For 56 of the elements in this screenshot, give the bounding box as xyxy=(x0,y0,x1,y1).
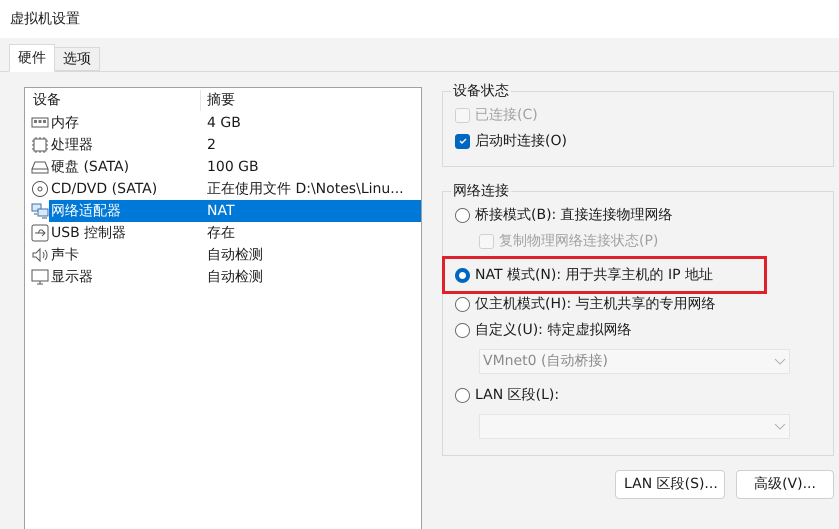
radio-button[interactable] xyxy=(455,388,470,402)
column-header: 摘要 xyxy=(206,90,235,110)
radio-label: LAN 区段(L): xyxy=(475,386,560,404)
table-cell-text: 内存 xyxy=(50,114,80,132)
table-cell-text: 自动检测 xyxy=(206,246,263,264)
checkbox-label: 启动时连接(O) xyxy=(475,132,567,150)
table-cell-text: 100 GB xyxy=(206,158,259,176)
group-title: 设备状态 xyxy=(452,82,510,101)
table-cell-text: 存在 xyxy=(206,224,235,242)
radio-button[interactable] xyxy=(455,296,470,312)
table-cell-text: 显示器 xyxy=(50,268,94,286)
table-cell-text: NAT xyxy=(206,202,235,220)
chevron-down-icon xyxy=(774,422,786,430)
table-cell-text: 2 xyxy=(206,136,216,154)
monitor-icon xyxy=(31,268,49,286)
radio-label: 桥接模式(B): 直接连接物理网络 xyxy=(475,206,673,224)
table-cell-text: 硬盘 (SATA) xyxy=(50,158,130,176)
table-cell-text: 声卡 xyxy=(50,246,80,264)
list-row[interactable]: 声卡 自动检测 xyxy=(49,244,421,266)
table-cell-text: 处理器 xyxy=(50,136,94,154)
monitors-icon xyxy=(31,202,49,220)
table-cell-text: USB 控制器 xyxy=(50,224,128,242)
list-row[interactable]: USB 控制器 存在 xyxy=(49,222,421,244)
table-cell-text: 正在使用文件 D:\Notes\Linu... xyxy=(206,180,404,198)
radio-label: 自定义(U): 特定虚拟网络 xyxy=(475,320,632,340)
group-title: 网络连接 xyxy=(452,182,510,201)
column-header: 设备 xyxy=(25,90,201,110)
table-cell-text: 自动检测 xyxy=(206,268,263,286)
check-icon xyxy=(458,136,468,146)
list-row[interactable]: 硬盘 (SATA) 100 GB xyxy=(49,156,421,178)
disc-icon xyxy=(31,180,49,198)
radio-button[interactable] xyxy=(455,268,470,282)
table-cell-text: CD/DVD (SATA) xyxy=(50,180,158,198)
list-row[interactable]: CD/DVD (SATA) 正在使用文件 D:\Notes\Linu... xyxy=(49,178,421,200)
chevron-down-icon xyxy=(774,358,786,366)
button[interactable]: LAN 区段(S)... xyxy=(615,470,725,499)
radio-button[interactable] xyxy=(455,322,470,338)
checkbox[interactable] xyxy=(455,134,470,148)
tab[interactable]: 选项 xyxy=(55,47,100,71)
table-cell-text: 网络适配器 xyxy=(50,202,122,220)
checkbox-label: 复制物理网络连接状态(P) xyxy=(499,232,658,250)
radio-label: 仅主机模式(H): 与主机共享的专用网络 xyxy=(475,294,716,314)
processor-chip-icon xyxy=(31,136,49,154)
window-title: 虚拟机设置 xyxy=(10,10,80,28)
radio-label: NAT 模式(N): 用于共享主机的 IP 地址 xyxy=(475,266,713,284)
speaker-icon xyxy=(31,246,49,264)
checkbox-label: 已连接(C) xyxy=(475,106,538,124)
list-row[interactable]: 处理器 2 xyxy=(49,134,421,156)
button[interactable]: 高级(V)... xyxy=(736,470,834,499)
list-row[interactable]: 显示器 自动检测 xyxy=(49,266,421,288)
table-cell-text: 4 GB xyxy=(206,114,241,132)
radio-button[interactable] xyxy=(455,208,470,222)
tab[interactable]: 硬件 xyxy=(9,44,55,72)
list-row[interactable]: 内存 4 GB xyxy=(49,112,421,134)
usb-icon xyxy=(31,224,49,242)
list-row[interactable]: 网络适配器 NAT xyxy=(49,200,421,222)
